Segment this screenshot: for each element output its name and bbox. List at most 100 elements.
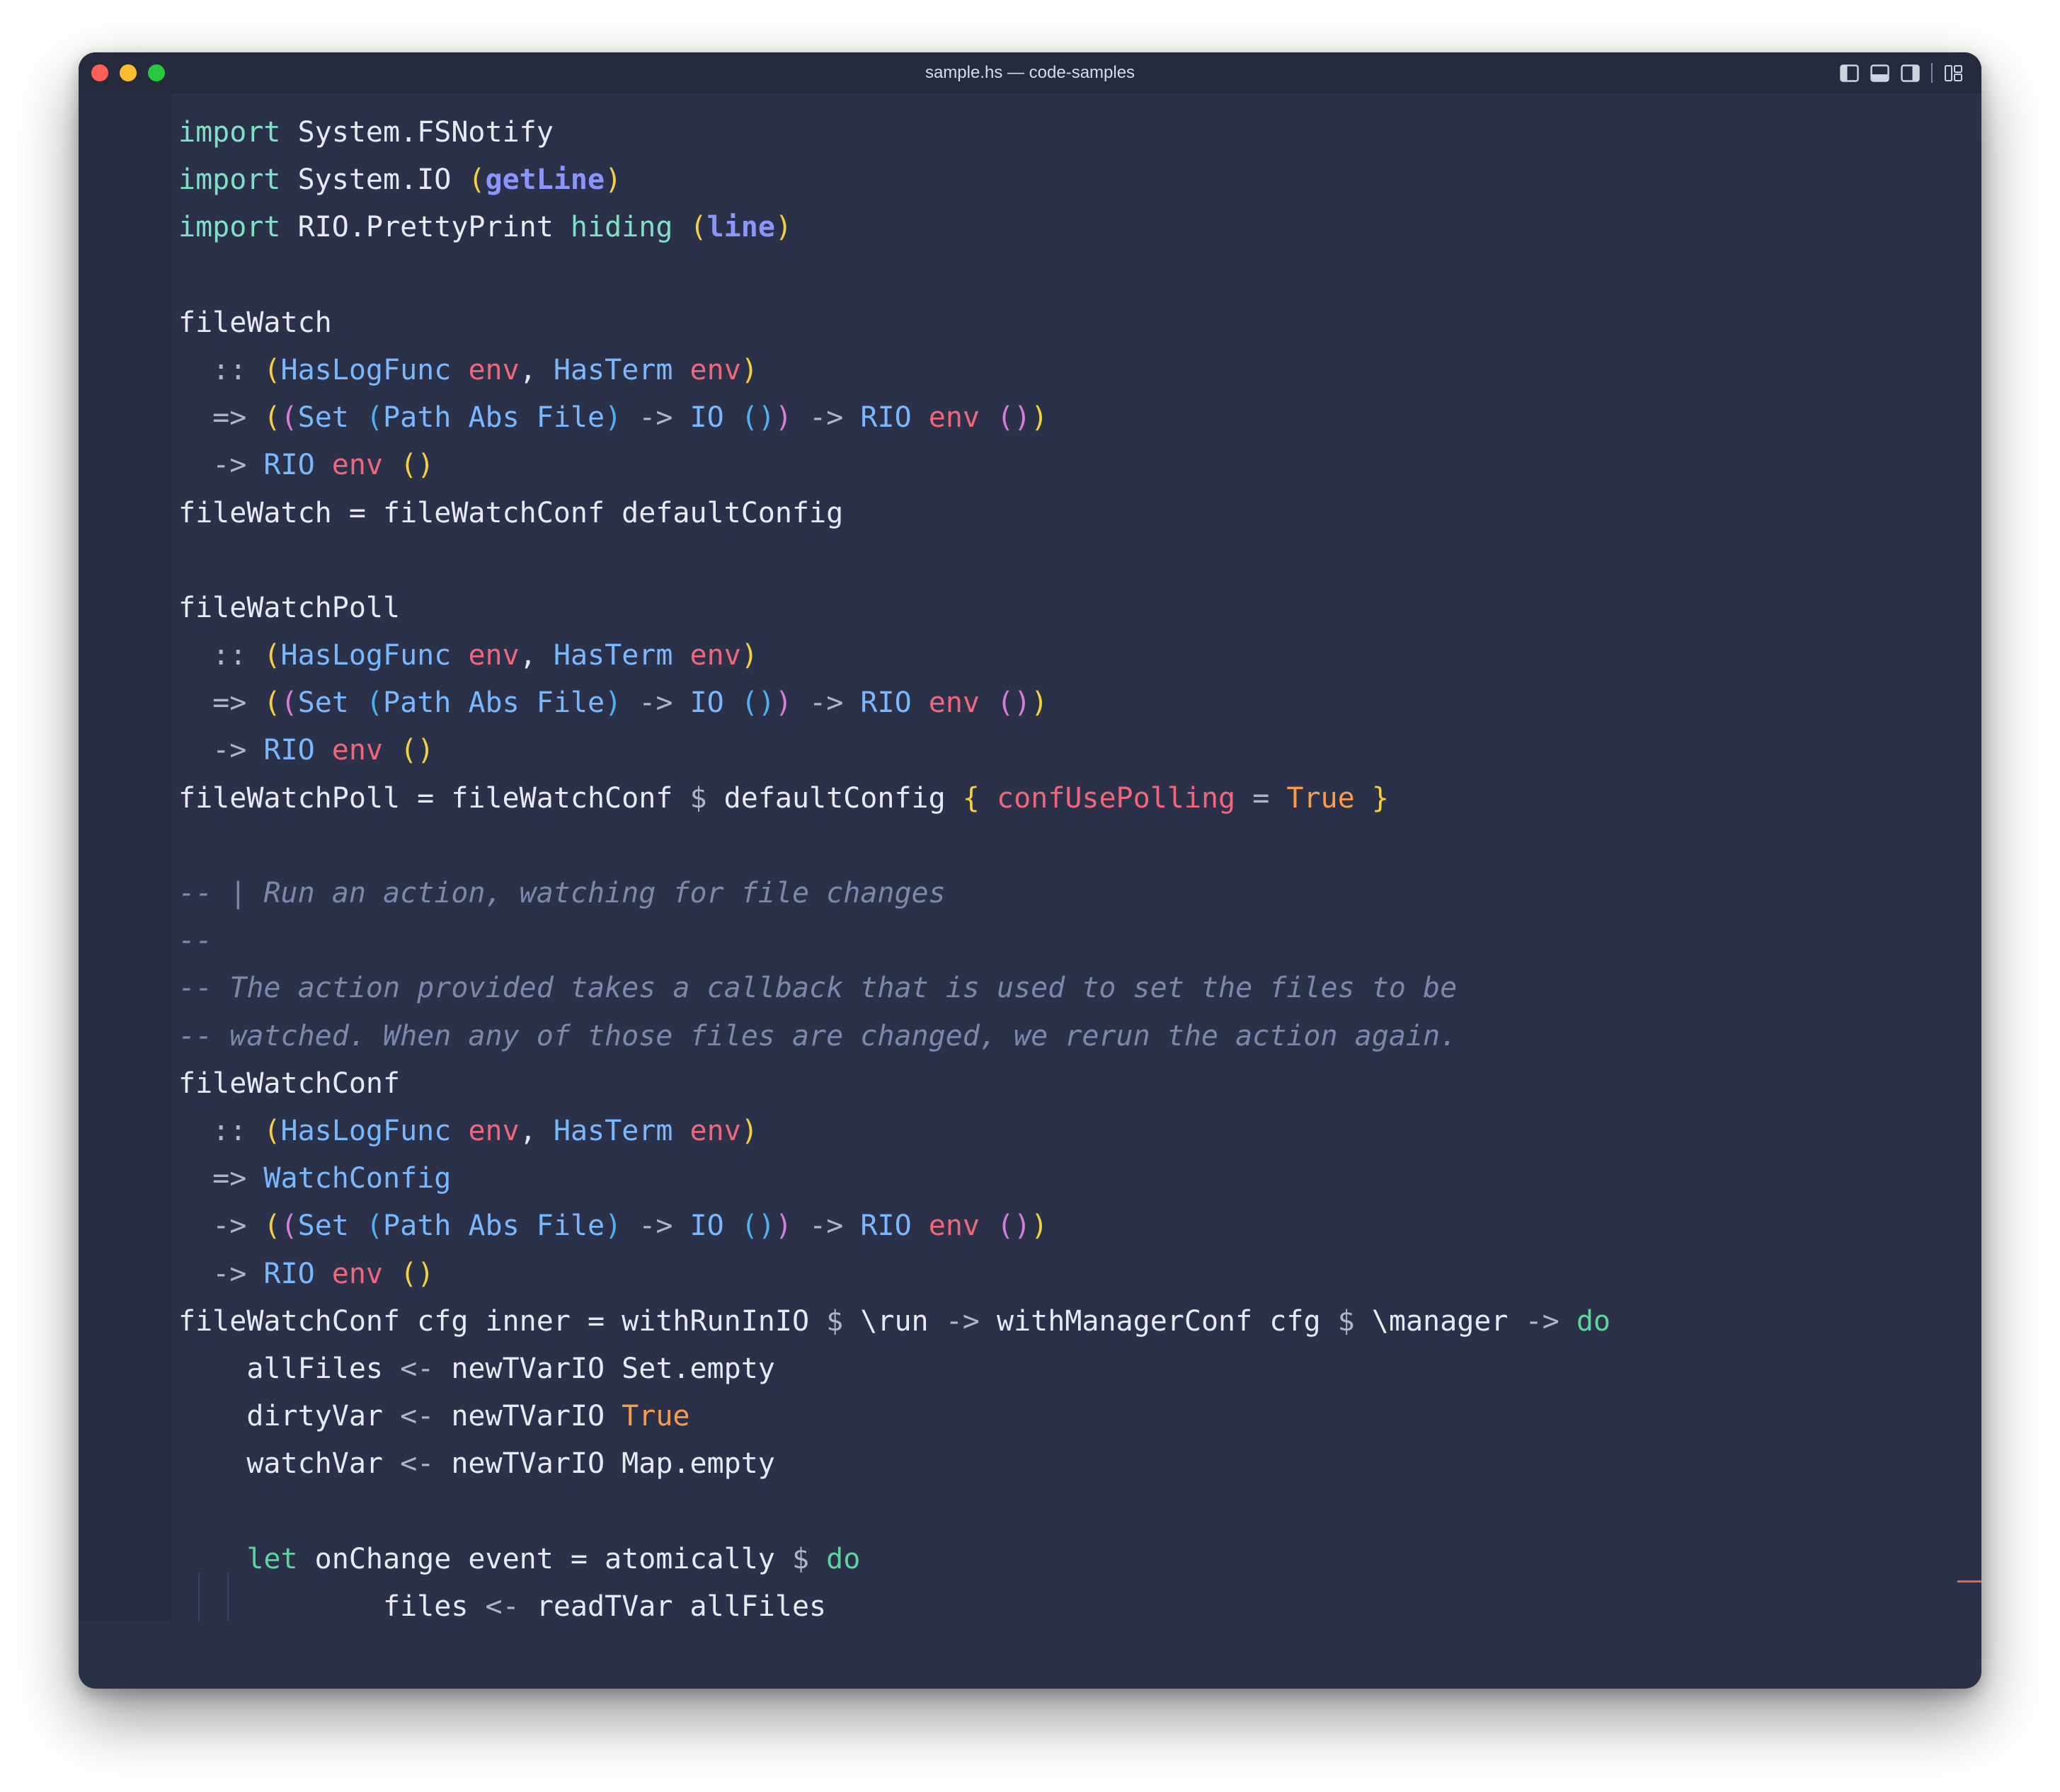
code-token: () (400, 734, 435, 767)
code-line[interactable]: -> ((Set (Path Abs File) -> IO ()) -> RI… (178, 1202, 1981, 1250)
code-line[interactable]: allFiles <- newTVarIO Set.empty (178, 1345, 1981, 1393)
code-token: -- watched. When any of those files are … (178, 1019, 1458, 1052)
code-token: env (928, 401, 980, 435)
code-token: () (997, 1210, 1031, 1243)
code-token: import (178, 116, 281, 149)
code-token: env (468, 639, 520, 672)
code-token: ( (263, 401, 281, 435)
code-token: do (1576, 1304, 1610, 1338)
code-token: IO (689, 1210, 724, 1243)
code-line[interactable]: fileWatch (178, 299, 1981, 347)
code-line[interactable]: import System.FSNotify (178, 109, 1981, 156)
code-line[interactable]: dirtyVar <- newTVarIO True (178, 1393, 1981, 1440)
code-token: , (519, 1114, 554, 1147)
code-line[interactable]: :: (HasLogFunc env, HasTerm env) (178, 632, 1981, 679)
code-editor[interactable]: import System.FSNotify import System.IO (… (172, 93, 1981, 1689)
code-token: -> (622, 1210, 690, 1243)
code-line[interactable]: watchVar <- newTVarIO Map.empty (178, 1440, 1981, 1488)
code-line[interactable] (178, 252, 1981, 299)
code-line[interactable]: files <- readTVar allFiles (178, 1583, 1981, 1631)
code-line[interactable]: -> RIO env () (178, 442, 1981, 489)
code-line[interactable]: fileWatchConf (178, 1060, 1981, 1108)
code-token: ) (774, 401, 793, 435)
code-token: = (1235, 781, 1287, 815)
code-token: () (740, 1210, 775, 1243)
code-token: env (928, 1210, 980, 1243)
code-token: ) (605, 401, 622, 435)
code-line[interactable]: fileWatchPoll = fileWatchConf $ defaultC… (178, 775, 1981, 822)
layout-customize-icon[interactable] (1944, 64, 1963, 83)
code-line[interactable]: let onChange event = atomically $ do (178, 1536, 1981, 1583)
code-line[interactable]: fileWatchConf cfg inner = withRunInIO $ … (178, 1298, 1981, 1345)
code-token: \manager (1354, 1304, 1526, 1338)
code-token: () (997, 401, 1031, 435)
code-line[interactable]: => ((Set (Path Abs File) -> IO ()) -> RI… (178, 394, 1981, 442)
code-line[interactable]: import System.IO (getLine) (178, 156, 1981, 204)
code-token: , (519, 353, 554, 386)
code-line[interactable]: => ((Set (Path Abs File) -> IO ()) -> RI… (178, 679, 1981, 727)
code-token: ) (605, 1210, 622, 1243)
code-token: hiding (570, 211, 673, 244)
line-gutter[interactable] (79, 93, 172, 1621)
code-token: () (997, 687, 1031, 720)
code-line[interactable]: => WatchConfig (178, 1155, 1981, 1202)
code-token: ( (280, 687, 298, 720)
code-token: ( (280, 1210, 298, 1243)
code-token: ) (740, 1114, 758, 1147)
code-line[interactable]: -> RIO env () (178, 1251, 1981, 1298)
code-token: WatchConfig (263, 1162, 452, 1195)
code-line[interactable]: :: (HasLogFunc env, HasTerm env) (178, 347, 1981, 394)
sidebar-left-icon[interactable] (1840, 64, 1859, 83)
code-token: -> (178, 449, 264, 482)
code-token: RIO (263, 1257, 315, 1290)
code-token: Path Abs File (383, 687, 605, 720)
code-token: HasLogFunc (280, 639, 452, 672)
code-line[interactable]: fileWatch = fileWatchConf defaultConfig (178, 490, 1981, 537)
code-token: env (689, 353, 741, 386)
code-line[interactable]: -> RIO env () (178, 727, 1981, 774)
code-token: () (740, 687, 775, 720)
code-token: ( (263, 1114, 281, 1147)
code-token: System.IO (280, 163, 469, 197)
panel-bottom-icon[interactable] (1870, 64, 1889, 83)
code-line[interactable]: -- (178, 917, 1981, 965)
code-token: RIO (860, 687, 912, 720)
code-token: env (689, 1114, 741, 1147)
code-token: let (246, 1542, 298, 1575)
code-token: fileWatchConf (178, 1067, 401, 1100)
code-line[interactable] (178, 822, 1981, 870)
code-line[interactable]: -- The action provided takes a callback … (178, 965, 1981, 1012)
code-token: -> (622, 687, 690, 720)
code-token: () (400, 449, 435, 482)
sidebar-right-icon[interactable] (1901, 64, 1920, 83)
code-token: import (178, 163, 281, 197)
code-line[interactable]: fileWatchPoll (178, 585, 1981, 632)
code-token: env (331, 1257, 384, 1290)
code-token: HasTerm (553, 639, 673, 672)
code-token: ) (774, 687, 793, 720)
code-token: -> (178, 1257, 264, 1290)
code-token: True (622, 1400, 690, 1433)
code-token: ( (263, 1210, 281, 1243)
code-line[interactable]: import RIO.PrettyPrint hiding (line) (178, 204, 1981, 251)
code-line[interactable] (178, 1488, 1981, 1535)
code-token: RIO (860, 1210, 912, 1243)
code-token: -> (792, 1210, 861, 1243)
code-line[interactable]: -- watched. When any of those files are … (178, 1013, 1981, 1060)
code-line[interactable]: -- | Run an action, watching for file ch… (178, 870, 1981, 917)
code-token: ) (1031, 1210, 1048, 1243)
code-token: env (928, 687, 980, 720)
code-token: -> (792, 687, 861, 720)
code-line[interactable]: :: (HasLogFunc env, HasTerm env) (178, 1108, 1981, 1155)
code-line[interactable] (178, 537, 1981, 585)
code-token: :: (178, 353, 264, 386)
editor-window: sample.hs — code-samples import System.F… (79, 52, 1981, 1689)
